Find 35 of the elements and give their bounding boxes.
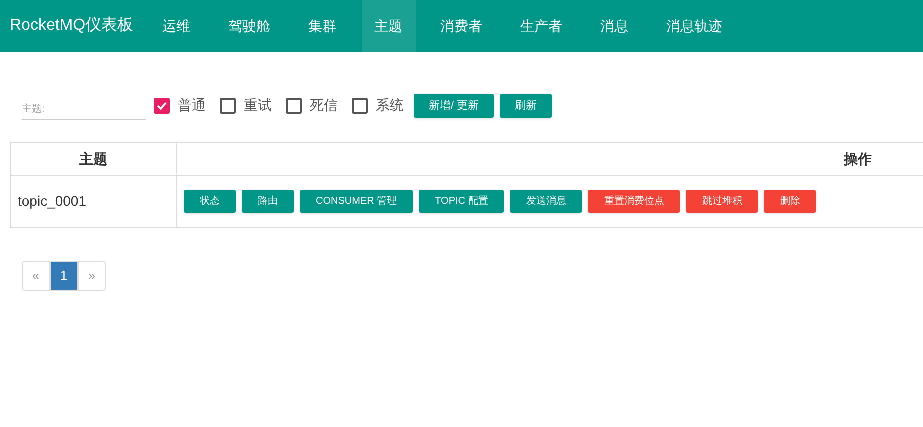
action-button[interactable]: 新增/ 更新 <box>414 94 494 118</box>
nav-tab[interactable]: 消息 <box>588 0 642 52</box>
nav-tab[interactable]: 主题 <box>362 0 416 52</box>
action-button[interactable]: 发送消息 <box>510 190 582 213</box>
action-button[interactable]: 删除 <box>764 190 816 213</box>
action-button[interactable]: 刷新 <box>500 94 552 118</box>
action-button[interactable]: CONSUMER 管理 <box>300 190 414 213</box>
action-button[interactable]: TOPIC 配置 <box>419 190 504 213</box>
table-cell: topic_0001 <box>10 176 176 228</box>
nav-tab[interactable]: 集群 <box>296 0 350 52</box>
nav-tab[interactable]: 运维 <box>150 0 204 52</box>
checkbox[interactable] <box>352 98 368 114</box>
checkbox[interactable] <box>220 98 236 114</box>
column-header: 主题 <box>10 142 176 176</box>
checkbox[interactable] <box>154 98 170 114</box>
page-button[interactable]: 1 <box>50 261 78 291</box>
topic-field[interactable]: 主题: <box>22 94 146 120</box>
next-page-button[interactable]: » <box>78 261 106 291</box>
column-header: 操作 <box>176 142 923 176</box>
checkmark-icon <box>156 100 168 112</box>
action-button[interactable]: 跳过堆积 <box>686 190 758 213</box>
checkbox-label: 重试 <box>244 96 272 115</box>
checkbox-label: 普通 <box>178 96 206 115</box>
checkbox[interactable] <box>286 98 302 114</box>
prev-page-button[interactable]: « <box>22 261 50 291</box>
nav-tab[interactable]: 消费者 <box>428 0 496 52</box>
checkbox-label: 死信 <box>310 96 338 115</box>
nav-tab[interactable]: 生产者 <box>508 0 576 52</box>
nav-tab[interactable]: 消息轨迹 <box>654 0 736 52</box>
nav-tab[interactable]: 驾驶舱 <box>216 0 284 52</box>
action-button[interactable]: 路由 <box>242 190 294 213</box>
checkbox-label: 系统 <box>376 96 404 115</box>
action-button[interactable]: 状态 <box>184 190 236 213</box>
brand-title[interactable]: RocketMQ仪表板 <box>10 14 134 38</box>
action-button[interactable]: 重置消费位点 <box>588 190 680 213</box>
